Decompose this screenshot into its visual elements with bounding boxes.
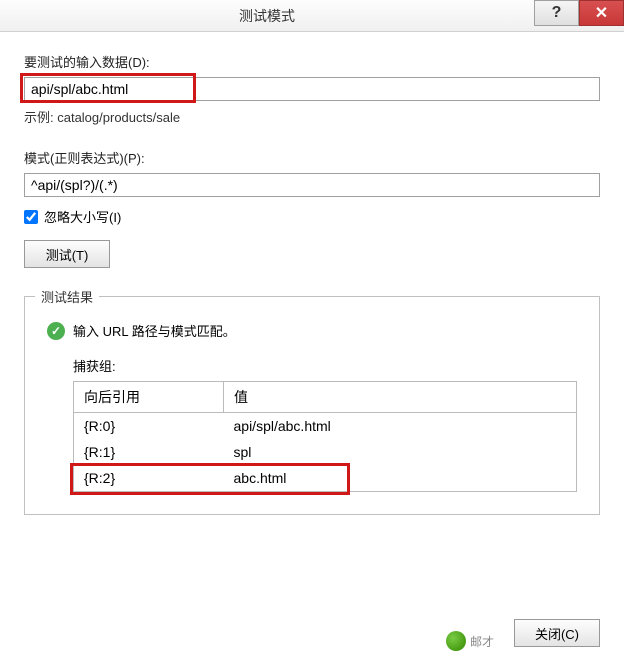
capture-table-wrap: 向后引用 值 {R:0} api/spl/abc.html {R:1} spl … <box>73 381 577 492</box>
match-result-text: 输入 URL 路径与模式匹配。 <box>73 321 236 340</box>
close-button[interactable]: 关闭(C) <box>514 619 600 647</box>
results-legend: 测试结果 <box>35 287 99 306</box>
close-window-button[interactable]: ✕ <box>579 0 624 26</box>
table-row: {R:2} abc.html <box>74 465 577 492</box>
cell-val: spl <box>224 439 577 465</box>
example-text: 示例: catalog/products/sale <box>24 107 600 126</box>
table-row: {R:0} api/spl/abc.html <box>74 413 577 440</box>
window-controls: ? ✕ <box>534 0 624 31</box>
watermark: 邮才 <box>446 631 494 651</box>
cell-val: abc.html <box>224 465 577 492</box>
cell-ref: {R:0} <box>74 413 224 440</box>
cell-ref: {R:2} <box>74 465 224 492</box>
success-check-icon: ✓ <box>47 322 65 340</box>
footer: 关闭(C) <box>514 619 600 647</box>
table-row: {R:1} spl <box>74 439 577 465</box>
col-value: 值 <box>224 382 577 413</box>
pattern-field[interactable] <box>24 173 600 197</box>
watermark-text: 邮才 <box>470 633 494 650</box>
window-title: 测试模式 <box>0 6 534 26</box>
ignore-case-row: 忽略大小写(I) <box>24 207 600 226</box>
capture-table: 向后引用 值 {R:0} api/spl/abc.html {R:1} spl … <box>73 381 577 492</box>
help-button[interactable]: ? <box>534 0 579 26</box>
input-data-label: 要测试的输入数据(D): <box>24 52 600 71</box>
capture-groups-label: 捕获组: <box>73 356 577 375</box>
watermark-icon <box>446 631 466 651</box>
col-backref: 向后引用 <box>74 382 224 413</box>
title-bar: 测试模式 ? ✕ <box>0 0 624 32</box>
ignore-case-label: 忽略大小写(I) <box>44 207 121 226</box>
ignore-case-checkbox[interactable] <box>24 210 38 224</box>
results-fieldset: 测试结果 ✓ 输入 URL 路径与模式匹配。 捕获组: 向后引用 值 {R:0}… <box>24 296 600 515</box>
pattern-label: 模式(正则表达式)(P): <box>24 148 600 167</box>
cell-ref: {R:1} <box>74 439 224 465</box>
dialog-body: 要测试的输入数据(D): 示例: catalog/products/sale 模… <box>0 32 624 529</box>
match-result-row: ✓ 输入 URL 路径与模式匹配。 <box>47 321 577 340</box>
test-button[interactable]: 测试(T) <box>24 240 110 268</box>
cell-val: api/spl/abc.html <box>224 413 577 440</box>
input-data-field[interactable] <box>24 77 600 101</box>
